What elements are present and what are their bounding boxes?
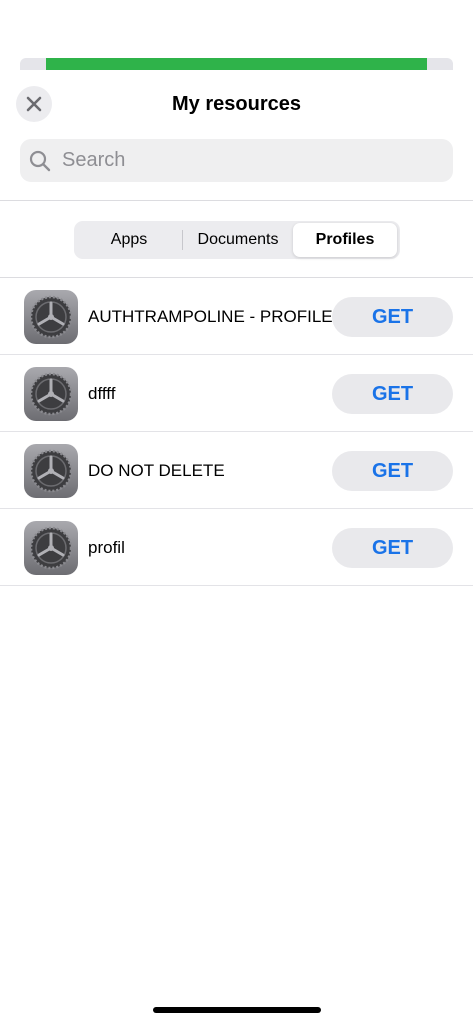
tab-documents[interactable]: Documents <box>183 223 293 257</box>
list-item[interactable]: AUTHTRAMPOLINE - PROFILE GET <box>0 278 473 355</box>
search-field[interactable] <box>20 139 453 182</box>
page-title: My resources <box>172 93 301 115</box>
list-item[interactable]: DO NOT DELETE GET <box>0 432 473 509</box>
progress-bar-fill <box>46 58 427 70</box>
profile-list: AUTHTRAMPOLINE - PROFILE GET dffff GET D… <box>0 278 473 586</box>
search-icon <box>29 150 51 171</box>
header-divider <box>0 200 473 201</box>
get-button[interactable]: GET <box>332 528 453 568</box>
resource-type-tabs: Apps Documents Profiles <box>74 221 400 259</box>
list-item[interactable]: profil GET <box>0 509 473 586</box>
settings-gear-icon <box>24 444 78 498</box>
profile-name: DO NOT DELETE <box>88 461 225 480</box>
tab-profiles[interactable]: Profiles <box>293 223 397 257</box>
list-item[interactable]: dffff GET <box>0 355 473 432</box>
profile-name: profil <box>88 538 125 557</box>
settings-gear-icon <box>24 290 78 344</box>
page: My resources Apps Documents Profiles <box>0 0 473 1024</box>
tab-apps[interactable]: Apps <box>76 223 182 257</box>
get-button[interactable]: GET <box>332 374 453 414</box>
get-button[interactable]: GET <box>332 451 453 491</box>
profile-name: AUTHTRAMPOLINE - PROFILE <box>88 307 333 326</box>
home-indicator <box>153 1007 321 1013</box>
settings-gear-icon <box>24 367 78 421</box>
progress-bar <box>20 58 453 70</box>
settings-gear-icon <box>24 521 78 575</box>
profile-name: dffff <box>88 384 116 403</box>
search-input[interactable] <box>60 148 444 173</box>
get-button[interactable]: GET <box>332 297 453 337</box>
